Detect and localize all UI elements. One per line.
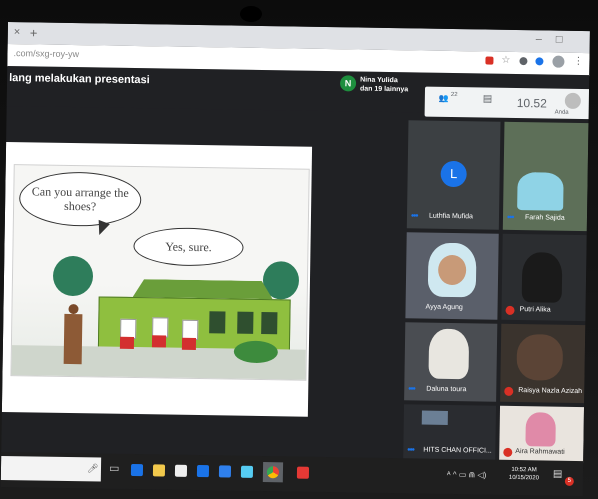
app-icon[interactable] [240,465,254,478]
muted-mic-icon [505,305,515,315]
webcam [240,6,262,22]
task-view-icon[interactable]: ▭ [109,462,120,475]
system-tray[interactable]: ᴬ ^ ▭ ⋒ ◁) [447,470,486,480]
tab-close-icon[interactable]: × [14,26,21,38]
participant-name: Raisya Nazla Azizah [518,387,583,396]
extension-icon[interactable] [519,57,528,66]
participant-name: Aira Rahmawati [515,448,565,456]
speaking-indicator-icon: ••• [506,211,514,222]
student-figure [119,336,135,350]
minimize-button[interactable]: – [536,33,542,45]
participant-video [525,412,556,447]
participant-name: HITS CHAN OFFICI... [423,446,492,455]
slide-image: Can you arrange the shoes? Yes, sure. [10,164,310,381]
extension-icon[interactable] [535,57,544,66]
tree-illustration [52,255,94,297]
participant-tile[interactable]: ••• Farah Sajida [502,121,589,232]
speaking-indicator-icon: ••• [407,444,414,455]
participant-tile[interactable]: L ••• Luthfia Mufida [406,120,501,230]
menu-icon[interactable]: ⋮ [573,56,583,67]
student-figure [151,335,167,348]
self-avatar[interactable] [564,92,581,110]
extension-icon[interactable] [485,56,494,65]
participant-video [516,334,564,381]
building-roof [133,279,273,299]
new-tab-button[interactable]: + [30,25,38,40]
file-explorer-icon[interactable] [152,464,166,477]
participant-count: 22 [450,91,458,99]
participant-video [517,172,564,211]
taskbar-search-box[interactable]: 🎤︎ [0,455,102,482]
participant-tile[interactable]: Putri Alika [501,233,587,322]
presenting-banner: lang melakukan presentasi [9,72,150,87]
window-illustration [237,311,254,334]
participant-tile[interactable]: ••• Daluna toura [404,322,498,402]
chrome-icon[interactable] [262,462,284,483]
taskbar-clock[interactable]: 10:52 AM 10/15/2020 [509,466,539,482]
presenter-info: Nina Yulida dan 19 lainnya [360,76,409,95]
meet-controls-panel: 👥 22 ▤ 10.52 Anda [424,86,590,120]
app-icon[interactable] [218,465,232,478]
powerpoint-icon[interactable] [296,466,310,479]
bush-illustration [233,340,279,364]
microphone-icon[interactable]: 🎤︎ [87,463,99,474]
notification-icon[interactable]: ▤ [553,469,563,480]
speaking-indicator-icon: ••• [408,383,415,394]
participant-name: Ayya Agung [425,303,463,312]
participant-name: Farah Sajida [524,214,565,222]
participant-tile[interactable]: ••• HITS CHAN OFFICI... [403,404,497,462]
muted-mic-icon [503,447,513,457]
profile-avatar[interactable] [552,55,565,68]
teacher-figure [63,313,83,365]
mail-icon[interactable] [196,465,210,478]
participant-video [521,252,563,303]
participant-tile[interactable]: Ayya Agung [405,232,499,320]
screen: × + – □ .com/sxg-roy-yw ☆ ⋮ lang melakuk… [0,22,590,497]
notification-badge: 5 [564,476,574,486]
speech-bubble: Yes, sure. [133,227,244,267]
self-label: Anda [554,109,569,116]
url-text: .com/sxg-roy-yw [13,48,80,60]
participant-name: Luthfia Mufida [428,212,474,221]
clock: 10.52 [516,96,547,111]
chat-icon[interactable]: ▤ [483,93,493,104]
participant-tile[interactable]: Raisya Nazla Azizah [500,323,586,404]
participants-icon[interactable]: 👥 [439,94,449,103]
presenter-others: dan 19 lainnya [359,85,409,94]
participant-avatar: L [440,160,467,188]
speaking-indicator-icon: ••• [410,210,418,221]
speech-bubble: Can you arrange the shoes? [18,171,142,228]
speech-bubble-text: Can you arrange the shoes? [31,184,129,214]
muted-mic-icon [504,386,514,396]
taskbar-date: 10/15/2020 [508,474,539,482]
window-illustration [209,311,226,334]
teacher-head [68,303,79,315]
participant-tile[interactable]: Aira Rahmawati [499,405,585,464]
participant-video [421,410,448,425]
participant-name: Putri Alika [519,306,551,314]
participant-name: Daluna toura [426,385,467,394]
maximize-button[interactable]: □ [556,34,563,46]
store-icon[interactable] [174,464,188,477]
window-illustration [261,312,278,335]
edge-icon[interactable] [130,463,144,477]
participant-video [428,328,470,380]
bookmark-star-icon[interactable]: ☆ [501,55,510,66]
student-figure [181,337,197,350]
